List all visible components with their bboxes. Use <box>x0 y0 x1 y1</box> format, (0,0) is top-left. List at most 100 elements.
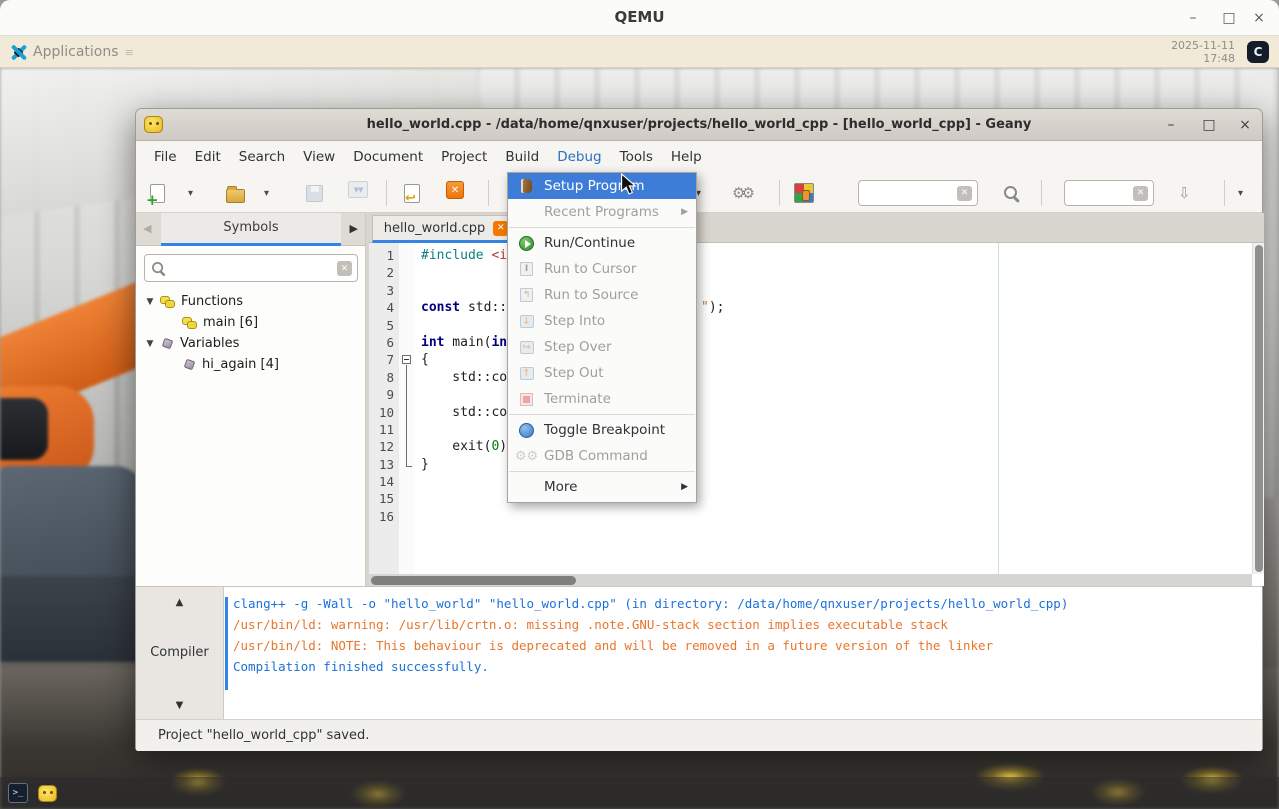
vscroll-thumb[interactable] <box>1255 245 1263 572</box>
search-input[interactable]: ✕ <box>858 180 978 206</box>
goto-line-input[interactable]: ✕ <box>1064 180 1154 206</box>
code-line-3: 3 <box>369 282 1252 299</box>
fold-collapse-icon[interactable] <box>402 355 411 365</box>
revert-button[interactable]: ↩ <box>404 181 420 206</box>
tabs-scroll-right-icon[interactable]: ▶ <box>350 222 358 235</box>
fold-margin <box>399 264 415 281</box>
menu-edit[interactable]: Edit <box>186 141 230 173</box>
find-button[interactable] <box>1002 181 1020 205</box>
editor-horizontal-scrollbar[interactable] <box>369 574 1252 586</box>
geany-close-button[interactable]: × <box>1232 114 1258 136</box>
code-line-2: 2 <box>369 264 1252 281</box>
tab-compiler[interactable]: Compiler <box>136 645 223 660</box>
close-document-button[interactable]: ✕ <box>446 181 464 199</box>
submenu-arrow-icon: ▶ <box>681 207 688 217</box>
applications-menu-button[interactable]: Applications ≡ <box>6 40 138 64</box>
fold-line <box>406 368 407 387</box>
open-file-dropdown[interactable]: ▾ <box>264 181 269 205</box>
code-area[interactable]: 1 #include <i 2 3 4 const std:: "); 5 6 int main(… <box>369 243 1252 574</box>
geany-minimize-button[interactable]: – <box>1158 114 1184 136</box>
code-text-after-menu: "); <box>701 300 725 316</box>
fold-margin <box>399 455 415 473</box>
menu-debug[interactable]: Debug <box>548 141 610 173</box>
geany-taskbar-icon[interactable] <box>38 784 57 802</box>
distro-logo-icon <box>10 44 27 61</box>
line-number: 9 <box>386 387 394 403</box>
tab-close-icon[interactable]: ✕ <box>493 220 509 236</box>
hscroll-thumb[interactable] <box>371 575 576 585</box>
menu-item-run-continue[interactable]: Run/Continue <box>508 230 696 256</box>
symbols-tree-item-functions[interactable]: ▼ Functions <box>136 291 365 312</box>
terminal-taskbar-icon[interactable]: >_ <box>8 783 28 803</box>
open-file-button[interactable] <box>226 181 245 205</box>
menu-project[interactable]: Project <box>432 141 496 173</box>
menu-help[interactable]: Help <box>662 141 711 173</box>
menu-file[interactable]: File <box>145 141 186 173</box>
panel-status-icon[interactable]: C <box>1247 41 1269 63</box>
save-button[interactable] <box>306 181 323 205</box>
new-file-dropdown[interactable]: ▾ <box>188 181 193 205</box>
qemu-minimize-button[interactable]: – <box>1180 7 1206 29</box>
tab-symbols[interactable]: Symbols <box>161 213 341 246</box>
symbols-tree-item-hi_again[interactable]: hi_again [4] <box>136 354 365 375</box>
line-number: 10 <box>378 404 394 420</box>
fold-line <box>406 455 407 466</box>
menu-item-more[interactable]: More ▶ <box>508 474 696 500</box>
execute-button[interactable]: ⚙⚙ <box>732 181 755 205</box>
save-all-button[interactable]: ▼▼ <box>348 181 368 198</box>
menu-document[interactable]: Document <box>344 141 432 173</box>
tabs-scroll-down-icon[interactable]: ▼ <box>136 700 223 711</box>
line-number: 15 <box>378 491 394 507</box>
blank-icon <box>518 204 535 220</box>
new-file-button[interactable] <box>146 181 165 209</box>
geany-maximize-button[interactable]: □ <box>1196 114 1222 136</box>
symbols-tree-item-main[interactable]: main [6] <box>136 312 365 333</box>
menu-item-run-to-source: Run to Source <box>508 282 696 308</box>
clear-search-icon[interactable]: ✕ <box>957 185 972 201</box>
menu-item-toggle-breakpoint[interactable]: Toggle Breakpoint <box>508 417 696 443</box>
tab-hello-world-cpp[interactable]: hello_world.cpp ✕ <box>372 215 520 243</box>
line-number: 1 <box>386 248 394 263</box>
fold-margin <box>399 282 415 299</box>
menu-build[interactable]: Build <box>496 141 548 173</box>
tabs-scroll-left-icon[interactable]: ◀ <box>143 222 151 235</box>
line-number: 6 <box>386 334 394 350</box>
expander-icon[interactable]: ▼ <box>144 339 156 349</box>
menu-tools[interactable]: Tools <box>611 141 662 173</box>
menu-view[interactable]: View <box>294 141 344 173</box>
menu-search[interactable]: Search <box>230 141 294 173</box>
code-line-9: 9 <box>369 386 1252 404</box>
code-line-16: 16 <box>369 508 1252 525</box>
code-line-8: 8 std::co <box>369 368 1252 387</box>
clear-goto-icon[interactable]: ✕ <box>1133 185 1148 201</box>
menu-item-label: Terminate <box>544 391 611 407</box>
symbols-tree-item-variables[interactable]: ▼ Variables <box>136 333 365 354</box>
run-glyph <box>519 235 534 251</box>
symbols-filter-input[interactable]: ✕ <box>144 254 358 282</box>
save-icon <box>306 184 323 202</box>
fold-line-corner <box>406 465 412 467</box>
menu-separator <box>509 414 695 415</box>
geany-titlebar[interactable]: hello_world.cpp - /data/home/qnxuser/pro… <box>136 109 1262 141</box>
toolbar-overflow-button[interactable]: ▾ <box>1238 181 1243 205</box>
menu-item-label: More <box>544 479 578 495</box>
qemu-maximize-button[interactable]: □ <box>1216 7 1242 29</box>
fold-margin <box>399 334 415 351</box>
toolbar-separator <box>1224 180 1225 206</box>
message-window-tabs: ▲ Compiler ▼ <box>136 587 224 719</box>
fold-margin[interactable] <box>399 351 415 369</box>
compiler-message: /usr/bin/ld: warning: /usr/lib/crtn.o: m… <box>233 617 948 632</box>
toolbar-separator <box>386 180 387 206</box>
goto-line-button[interactable]: ⇩ <box>1178 181 1191 205</box>
menu-item-step-over: Step Over <box>508 334 696 360</box>
code-text: std::co <box>421 404 508 420</box>
expander-icon[interactable]: ▼ <box>144 297 156 307</box>
clear-filter-icon[interactable]: ✕ <box>337 261 352 276</box>
color-chooser-button[interactable] <box>794 181 814 205</box>
menu-item-setup-program[interactable]: Setup Program <box>508 173 696 199</box>
editor-vertical-scrollbar[interactable] <box>1252 243 1264 574</box>
qemu-close-button[interactable]: × <box>1246 7 1272 29</box>
code-text: exit(0) <box>421 439 508 455</box>
tabs-scroll-up-icon[interactable]: ▲ <box>136 597 223 608</box>
